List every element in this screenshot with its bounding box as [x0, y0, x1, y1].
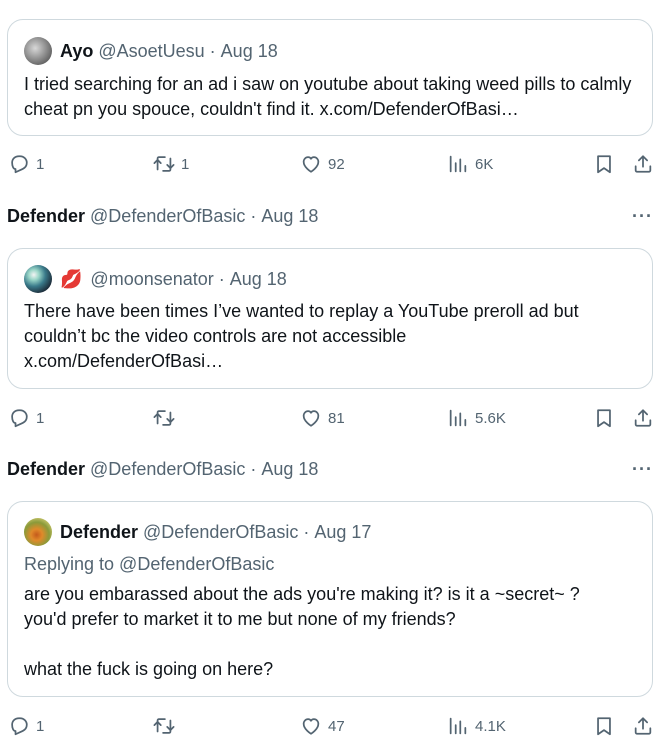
- quoted-tweet[interactable]: Ayo @AsoetUesu · Aug 18 I tried searchin…: [7, 19, 653, 136]
- quoted-tweet-header: 💋 @moonsenator · Aug 18: [24, 265, 287, 293]
- separator-dot: ·: [303, 521, 310, 542]
- repost-count: 1: [181, 155, 190, 173]
- bookmark-icon: [593, 153, 615, 175]
- repost-button[interactable]: [153, 403, 181, 433]
- quoted-author-handle: @DefenderOfBasic: [143, 521, 299, 542]
- quoted-date: Aug 18: [229, 268, 287, 289]
- quoted-tweet[interactable]: Defender @DefenderOfBasic · Aug 17 Reply…: [7, 501, 653, 697]
- reply-icon: [8, 715, 30, 737]
- replying-to: Replying to @DefenderOfBasic: [24, 554, 275, 574]
- separator-dot: ·: [250, 206, 257, 226]
- views-button[interactable]: 6K: [447, 149, 493, 179]
- reply-count: 1: [36, 409, 45, 427]
- like-icon: [300, 407, 322, 429]
- like-icon: [300, 715, 322, 737]
- reply-button[interactable]: 1: [8, 149, 44, 179]
- share-button[interactable]: [632, 149, 654, 179]
- bookmark-button[interactable]: [593, 149, 615, 179]
- quoted-tweet-header: Ayo @AsoetUesu · Aug 18: [24, 37, 278, 65]
- quoted-author-name: Defender: [60, 521, 139, 542]
- quoted-tweet[interactable]: 💋 @moonsenator · Aug 18 There have been …: [7, 248, 653, 389]
- quoted-author-name: Ayo: [60, 40, 94, 61]
- author-handle[interactable]: @DefenderOfBasic: [90, 206, 245, 227]
- views-icon: [447, 407, 469, 429]
- bookmark-icon: [593, 715, 615, 737]
- author-name[interactable]: Defender: [7, 459, 85, 480]
- like-button[interactable]: 47: [300, 711, 345, 741]
- share-icon: [632, 153, 654, 175]
- reply-count: 1: [36, 717, 45, 735]
- quoted-date: Aug 17: [314, 521, 372, 542]
- repost-icon: [153, 407, 175, 429]
- bookmark-button[interactable]: [593, 403, 615, 433]
- like-button[interactable]: 92: [300, 149, 345, 179]
- repost-icon: [153, 153, 175, 175]
- bookmark-button[interactable]: [593, 711, 615, 741]
- lips-emoji: 💋: [60, 268, 83, 289]
- like-count: 92: [328, 155, 345, 173]
- quoted-tweet-text: I tried searching for an ad i saw on you…: [24, 74, 632, 119]
- views-icon: [447, 153, 469, 175]
- views-count: 5.6K: [475, 409, 506, 427]
- quoted-date: Aug 18: [220, 40, 278, 61]
- separator-dot: ·: [250, 459, 257, 479]
- tweet-actions: 1 1 92 6K: [0, 149, 669, 179]
- tweet-date[interactable]: Aug 18: [261, 459, 318, 480]
- views-button[interactable]: 5.6K: [447, 403, 506, 433]
- views-icon: [447, 715, 469, 737]
- quoted-tweet-text: There have been times I’ve wanted to rep…: [24, 301, 579, 371]
- views-count: 6K: [475, 155, 494, 173]
- bookmark-icon: [593, 407, 615, 429]
- tweet-actions: 1 47 4.1K: [0, 711, 669, 741]
- reply-count: 1: [36, 155, 45, 173]
- share-icon: [632, 407, 654, 429]
- reply-button[interactable]: 1: [8, 403, 44, 433]
- tweet-actions: 1 81 5.6K: [0, 403, 669, 433]
- views-button[interactable]: 4.1K: [447, 711, 506, 741]
- repost-icon: [153, 715, 175, 737]
- avatar: [24, 518, 52, 546]
- separator-dot: ·: [218, 268, 225, 289]
- share-button[interactable]: [632, 711, 654, 741]
- quoted-author-handle: @AsoetUesu: [98, 40, 205, 61]
- separator-dot: ·: [209, 40, 216, 61]
- tweet-date[interactable]: Aug 18: [261, 206, 318, 227]
- tweet-header: Defender @DefenderOfBasic · Aug 18: [7, 459, 318, 480]
- quoted-tweet-text: are you embarassed about the ads you're …: [24, 584, 580, 679]
- author-name[interactable]: Defender: [7, 206, 85, 227]
- quoted-tweet-header: Defender @DefenderOfBasic · Aug 17: [24, 518, 371, 546]
- reply-icon: [8, 153, 30, 175]
- like-button[interactable]: 81: [300, 403, 345, 433]
- more-icon[interactable]: ···: [632, 206, 653, 227]
- avatar: [24, 265, 52, 293]
- like-icon: [300, 153, 322, 175]
- more-icon[interactable]: ···: [632, 459, 653, 480]
- repost-button[interactable]: 1: [153, 149, 189, 179]
- views-count: 4.1K: [475, 717, 506, 735]
- reply-icon: [8, 407, 30, 429]
- share-icon: [632, 715, 654, 737]
- reply-button[interactable]: 1: [8, 711, 44, 741]
- quoted-author-handle: @moonsenator: [90, 268, 214, 289]
- avatar: [24, 37, 52, 65]
- author-handle[interactable]: @DefenderOfBasic: [90, 459, 245, 480]
- share-button[interactable]: [632, 403, 654, 433]
- like-count: 47: [328, 717, 345, 735]
- repost-button[interactable]: [153, 711, 181, 741]
- like-count: 81: [328, 409, 345, 427]
- tweet-header: Defender @DefenderOfBasic · Aug 18: [7, 206, 318, 227]
